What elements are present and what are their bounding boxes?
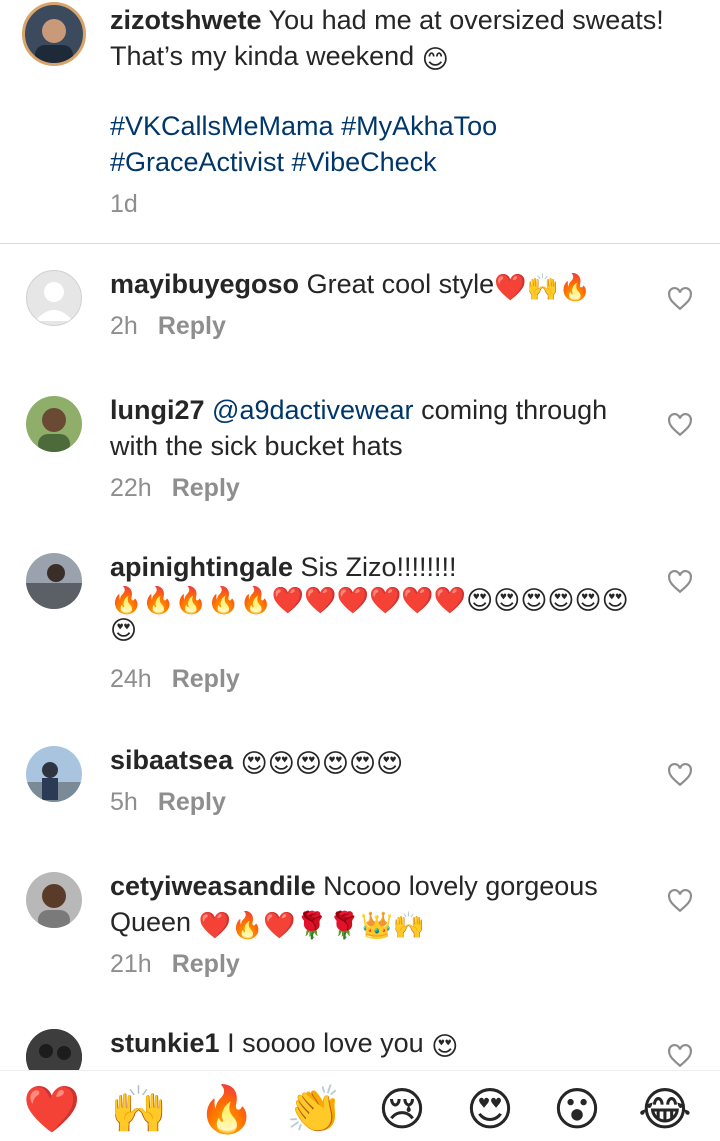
comment-username[interactable]: lungi27 (110, 395, 205, 425)
caption-section: zizotshwete You had me at oversized swea… (0, 0, 720, 244)
comment-emoji: 😍 (431, 1031, 459, 1061)
comment-text: stunkie1 I soooo love you 😍 (110, 1025, 640, 1061)
comment-username[interactable]: mayibuyegoso (110, 269, 299, 299)
comment-time: 21h (110, 950, 152, 978)
comment-emoji: ❤️🔥❤️🌹🌹👑🙌 (198, 910, 426, 940)
comment-time: 22h (110, 474, 152, 502)
like-heart-icon[interactable] (667, 569, 693, 595)
heart-eyes-emoji-button[interactable]: 😍 (458, 1081, 522, 1137)
comment-emoji: 😍😍😍😍😍😍 (240, 748, 404, 778)
comment-meta: 24h Reply (110, 665, 240, 694)
fire-emoji-button[interactable]: 🔥 (195, 1081, 259, 1137)
comment-text: sibaatsea 😍😍😍😍😍😍 (110, 742, 640, 778)
user-avatar[interactable] (26, 553, 82, 609)
hashtag-line-1[interactable]: #VKCallsMeMama #MyAkhaToo (110, 108, 670, 144)
heart-emoji-button[interactable]: ❤️ (20, 1081, 84, 1137)
comment-body: I soooo love you (227, 1028, 424, 1058)
emoji-reaction-bar: ❤️ 🙌 🔥 👏 😢 😍 😮 😂 (0, 1070, 720, 1141)
like-heart-icon[interactable] (667, 762, 693, 788)
raised-hands-emoji-button[interactable]: 🙌 (107, 1081, 171, 1137)
sad-emoji-button[interactable]: 😢 (370, 1081, 434, 1137)
caption-hashtags: #VKCallsMeMama #MyAkhaToo #GraceActivist… (110, 108, 670, 180)
reply-button[interactable]: Reply (158, 312, 226, 340)
default-avatar-icon[interactable] (26, 270, 82, 326)
reply-button[interactable]: Reply (158, 788, 226, 816)
comment-time: 2h (110, 312, 138, 340)
caption-avatar[interactable] (22, 2, 86, 66)
comment-meta: 2h Reply (110, 312, 226, 341)
comment-body: Sis Zizo!!!!!!!! (300, 552, 457, 582)
clap-emoji-button[interactable]: 👏 (283, 1081, 347, 1137)
comment-username[interactable]: sibaatsea (110, 745, 233, 775)
comment-username[interactable]: apinightingale (110, 552, 293, 582)
like-heart-icon[interactable] (667, 412, 693, 438)
comment-meta: 21h Reply (110, 950, 240, 979)
reply-button[interactable]: Reply (172, 665, 240, 693)
comment-body: Great cool style (306, 269, 495, 299)
comment-text: lungi27 @a9dactivewear coming through wi… (110, 392, 640, 464)
like-heart-icon[interactable] (667, 286, 693, 312)
user-avatar[interactable] (26, 396, 82, 452)
comment-emoji: 🔥🔥🔥🔥🔥❤️❤️❤️❤️❤️❤️😍😍😍😍😍😍😍 (110, 585, 629, 645)
comment-username[interactable]: cetyiweasandile (110, 871, 316, 901)
caption-time: 1d (110, 190, 138, 218)
reply-button[interactable]: Reply (172, 474, 240, 502)
comment-meta: 22h Reply (110, 474, 240, 503)
comment-text: cetyiweasandile Ncooo lovely gorgeous Qu… (110, 868, 640, 940)
user-avatar[interactable] (26, 872, 82, 928)
comment-time: 5h (110, 788, 138, 816)
comment-mention[interactable]: @a9dactivewear (212, 395, 414, 425)
reply-button[interactable]: Reply (172, 950, 240, 978)
comment-text: apinightingale Sis Zizo!!!!!!!!🔥🔥🔥🔥🔥❤️❤️… (110, 549, 640, 645)
hashtag-line-2[interactable]: #GraceActivist #VibeCheck (110, 144, 670, 180)
comment-meta: 5h Reply (110, 788, 226, 817)
like-heart-icon[interactable] (667, 1043, 693, 1069)
comment-time: 24h (110, 665, 152, 693)
comment-emoji: ❤️🙌🔥 (494, 272, 592, 302)
user-avatar[interactable] (26, 746, 82, 802)
caption-username[interactable]: zizotshwete (110, 5, 262, 35)
comment-text: mayibuyegoso Great cool style❤️🙌🔥 (110, 266, 640, 302)
laughing-emoji-button[interactable]: 😂 (633, 1081, 697, 1137)
comment-username[interactable]: stunkie1 (110, 1028, 220, 1058)
surprised-emoji-button[interactable]: 😮 (545, 1081, 609, 1137)
smile-emoji: 😊 (421, 44, 449, 74)
caption-text: zizotshwete You had me at oversized swea… (110, 2, 670, 74)
like-heart-icon[interactable] (667, 888, 693, 914)
